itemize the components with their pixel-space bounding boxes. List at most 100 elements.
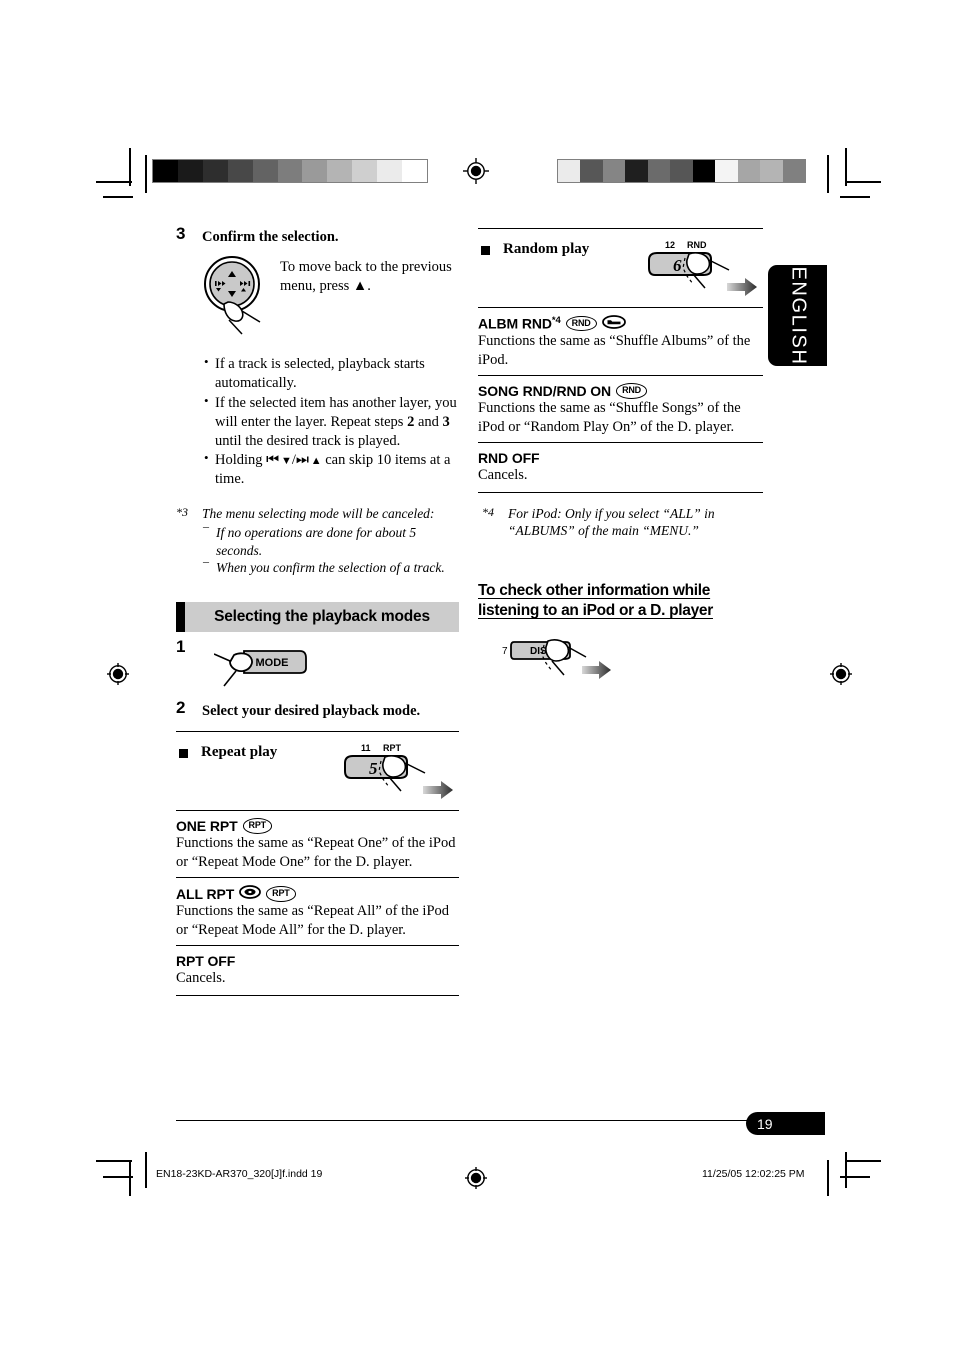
calibration-swatch	[670, 160, 693, 182]
crop-mark-top-right-h2	[840, 196, 870, 198]
section-header-bar	[176, 602, 185, 633]
calibration-swatch	[602, 160, 626, 182]
registration-mark-top	[463, 158, 489, 184]
folder-icon	[601, 315, 626, 332]
language-tab: ENGLISH	[768, 265, 827, 366]
step-2: 2 Select your desired playback mode.	[176, 698, 459, 720]
mode-entry-label: SONG RND/RND ON	[478, 383, 612, 400]
disp-section-heading: To check other information while listeni…	[478, 582, 713, 620]
square-bullet-icon	[481, 246, 490, 255]
footnote-3: *3 The menu selecting mode will be cance…	[176, 505, 459, 576]
footnote-3-text: The menu selecting mode will be canceled…	[202, 506, 435, 522]
mode-entry-rpt-off: RPT OFF Cancels.	[176, 953, 459, 988]
footnote-4: *4 For iPod: Only if you select “ALL” in…	[478, 505, 763, 540]
mode-entry-one-rpt: ONE RPT RPT Functions the same as “Repea…	[176, 818, 459, 871]
list-item: Holding ⏮ ▼/⏭ ▲ can skip 10 items at a t…	[202, 450, 459, 489]
mode-entry-rnd-off: RND OFF Cancels.	[478, 450, 763, 485]
crop-mark-bottom-left-v	[129, 1160, 131, 1196]
divider	[176, 994, 459, 996]
button-number-label: 12	[665, 240, 675, 250]
footnote-4-text: For iPod: Only if you select “ALL” in “A…	[508, 505, 715, 538]
random-play-label: Random play	[503, 241, 590, 257]
page-number-badge: 19	[746, 1112, 825, 1135]
jog-dial-illustration	[202, 254, 274, 341]
crop-mark-bottom-right-v2	[845, 1152, 847, 1188]
random-play-block: Random play 12 RND 6	[478, 238, 763, 305]
list-item: When you confirm the selection of a trac…	[202, 554, 459, 576]
crop-mark-top-left-h2	[103, 196, 133, 198]
footer-rule	[176, 1120, 824, 1121]
step-3-bullets: If a track is selected, playback starts …	[202, 354, 459, 489]
divider	[478, 228, 763, 229]
calibration-swatch	[715, 160, 738, 182]
calibration-swatch	[647, 160, 671, 182]
mode-entry-albm-rnd: ALBM RND*4 RND Functions the same as “Sh…	[478, 315, 763, 369]
divider	[176, 877, 459, 879]
rpt-badge-icon: RPT	[242, 818, 272, 834]
list-item: If the selected item has another layer, …	[202, 393, 459, 451]
mode-entry-name: RPT OFF	[176, 953, 459, 969]
mode-entry-text: ALBM RND	[478, 315, 552, 332]
page-number-label: 19	[757, 1115, 773, 1132]
skip-back-icon: ⏮	[266, 452, 279, 469]
mode-entry-desc: Functions the same as “Shuffle Songs” of…	[478, 400, 741, 435]
mode-entry-name: SONG RND/RND ON RND	[478, 383, 763, 399]
footer-timestamp: 11/25/05 12:02:25 PM	[702, 1168, 805, 1180]
rpt-badge-icon: RPT	[266, 886, 296, 902]
calibration-swatch	[177, 160, 203, 182]
step-2-number: 2	[176, 698, 186, 718]
calibration-swatch	[252, 160, 278, 182]
calibration-swatch	[580, 160, 603, 182]
footnote-4-mark: *4	[482, 504, 494, 519]
step-3-side-note: To move back to the previous menu, press…	[280, 259, 452, 294]
calibration-swatch	[277, 160, 303, 182]
step-3: 3 Confirm the selection. To move back to…	[176, 224, 459, 489]
registration-mark-left	[105, 661, 131, 687]
list-item: If a track is selected, playback starts …	[202, 354, 459, 393]
random-button-illustration: 12 RND 6	[643, 238, 763, 305]
crop-mark-top-right-v	[827, 155, 829, 193]
mode-button-illustration: MODE	[213, 641, 459, 696]
footnote-3-mark: *3	[176, 505, 188, 520]
calibration-swatch	[202, 160, 228, 182]
mode-entry-name: ALL RPT RPT	[176, 885, 459, 902]
footer-file-name: EN18-23KD-AR370_320[J]f.indd 19	[156, 1168, 323, 1180]
button-number-label: 11	[361, 743, 371, 753]
mode-entry-desc: Functions the same as “Shuffle Albums” o…	[478, 333, 751, 368]
step-3-title: Confirm the selection.	[202, 229, 339, 245]
mode-entry-label: ONE RPT	[176, 818, 238, 835]
svg-text:5: 5	[369, 759, 378, 778]
svg-text:6: 6	[673, 256, 682, 275]
divider	[478, 491, 763, 493]
divider	[478, 375, 763, 377]
crop-mark-bottom-left-v2	[145, 1152, 147, 1188]
right-column: Random play 12 RND 6 ALBM RND*4 RND Func…	[478, 228, 763, 691]
up-arrow-icon: ▲	[307, 455, 322, 468]
button-number-label: 7	[502, 646, 508, 657]
calibration-swatch	[692, 160, 716, 182]
calibration-swatch	[737, 160, 761, 182]
mode-entry-desc: Functions the same as “Repeat One” of th…	[176, 835, 456, 870]
calibration-swatch	[227, 160, 253, 182]
calibration-swatch	[327, 160, 353, 182]
random-play-heading: Random play	[478, 238, 643, 258]
skip-forward-icon: ⏭	[295, 452, 309, 469]
crop-mark-top-left-v2	[145, 155, 147, 193]
bullet-text-post: until the desired track is played.	[215, 432, 401, 449]
section-header-label: Selecting the playback modes	[214, 608, 430, 626]
button-func-label: RND	[687, 240, 707, 250]
mode-entry-desc: Cancels.	[176, 970, 226, 987]
square-bullet-icon	[179, 749, 188, 759]
svg-text:MODE: MODE	[256, 657, 289, 669]
mode-entry-label: ALBM RND*4	[478, 315, 561, 332]
divider	[176, 810, 459, 812]
calibration-swatch	[558, 160, 581, 182]
manual-page: ENGLISH 3 Confirm the selection. To move…	[0, 0, 954, 1351]
rnd-badge-icon: RND	[565, 315, 597, 332]
mode-entry-name: RND OFF	[478, 450, 763, 466]
step-1: 1 MODE	[176, 637, 459, 696]
mode-entry-desc: Cancels.	[478, 467, 528, 484]
rnd-badge-icon: RND	[616, 383, 647, 399]
step-3-number: 3	[176, 224, 186, 243]
calibration-bar-left	[152, 159, 428, 183]
